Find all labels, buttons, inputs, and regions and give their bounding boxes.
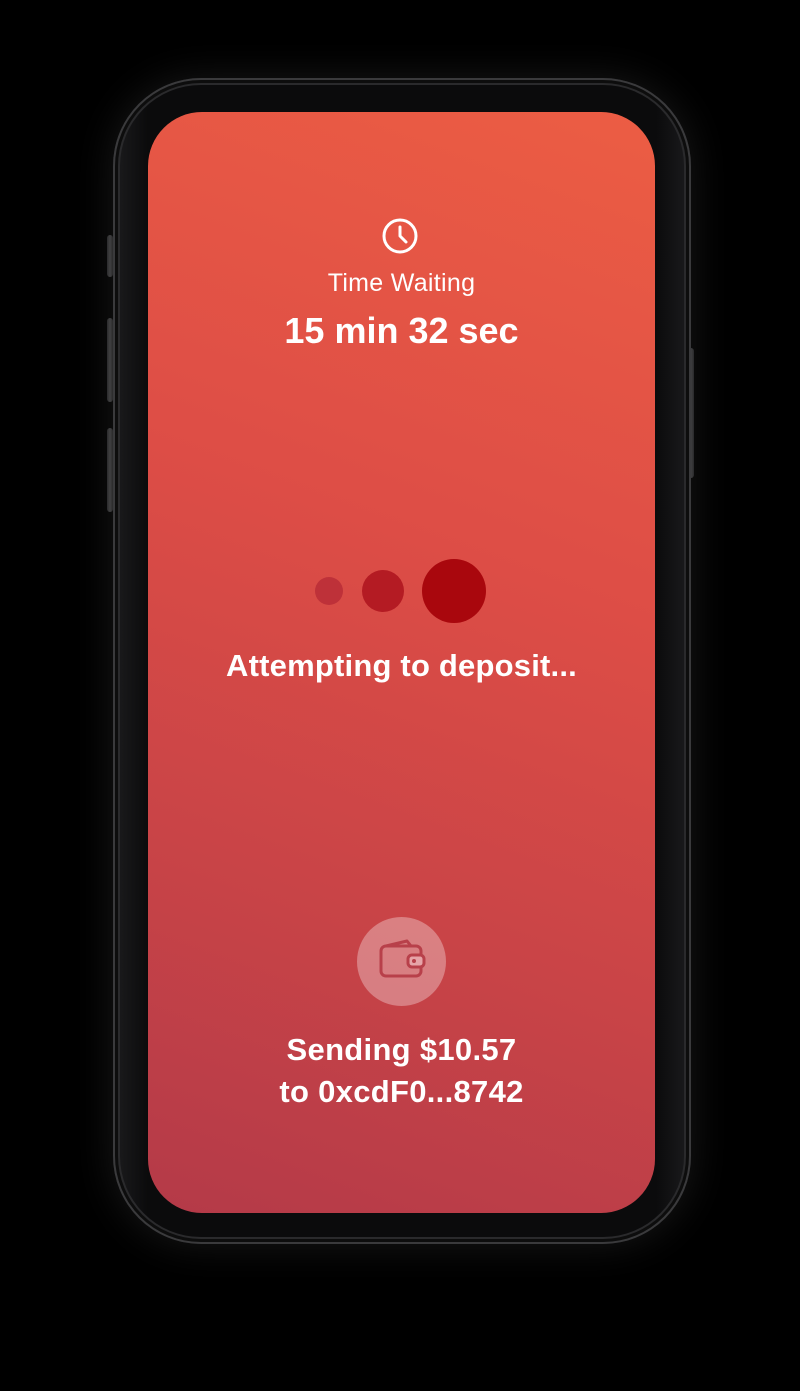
time-waiting-label: Time Waiting [327, 269, 476, 297]
loading-dot-small [315, 577, 343, 605]
time-waiting-value: 15 min 32 sec [284, 310, 519, 351]
send-amount-text: Sending $10.57 [286, 1032, 517, 1067]
loading-dot-large [422, 559, 486, 623]
send-recipient-text: to 0xcdF0...8742 [279, 1074, 524, 1109]
loading-dot-medium [362, 570, 404, 612]
clock-icon [382, 218, 418, 254]
deposit-status-text: Attempting to deposit... [226, 648, 577, 683]
wallet-icon [379, 939, 426, 978]
phone-screen: Time Waiting 15 min 32 sec Attempting to… [148, 112, 655, 1213]
device-mockup: Time Waiting 15 min 32 sec Attempting to… [0, 0, 800, 1391]
wallet-badge [357, 917, 446, 1006]
